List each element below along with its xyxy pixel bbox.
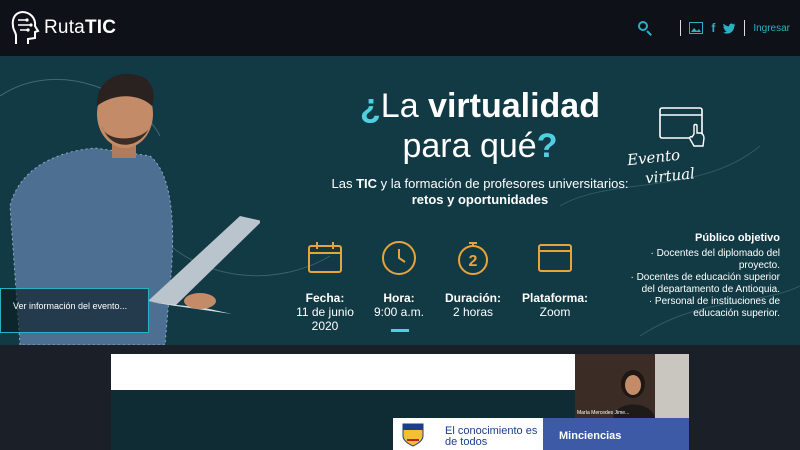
duration-info: 2 Duración: 2 horas	[428, 240, 518, 319]
svg-text:2: 2	[469, 253, 478, 270]
virtual-event-label: Evento virtual	[626, 145, 696, 188]
divider	[744, 20, 746, 36]
facebook-icon[interactable]: f	[711, 21, 715, 35]
slide-indicator[interactable]	[391, 329, 409, 332]
twitter-icon[interactable]	[723, 22, 736, 34]
top-navigation-bar: RutaTIC f Ingresar	[0, 0, 800, 56]
divider	[680, 20, 682, 36]
banner-subtitle: Las TIC y la formación de profesores uni…	[331, 176, 629, 207]
video-player[interactable]: María Mercedes Jime... El conocimiento e…	[111, 354, 689, 450]
platform-info: Plataforma: Zoom	[510, 240, 600, 319]
calendar-icon	[308, 242, 342, 273]
event-banner: Ver información del evento... ¿La virtua…	[0, 56, 800, 345]
head-profile-icon	[11, 11, 40, 44]
login-link[interactable]: Ingresar	[753, 23, 790, 34]
video-section: María Mercedes Jime... El conocimiento e…	[0, 345, 800, 450]
logo-text: RutaTIC	[44, 17, 117, 38]
event-info-link[interactable]: Ver información del evento...	[0, 288, 149, 333]
target-audience: Público objetivo · Docentes del diplomad…	[630, 232, 780, 319]
window-icon	[538, 244, 572, 272]
image-icon[interactable]	[689, 22, 704, 34]
participant-photo	[575, 354, 689, 418]
stopwatch-icon: 2	[458, 242, 488, 275]
government-logo-strip: El conocimiento es de todos Minciencias	[393, 418, 689, 450]
banner-headline: ¿La virtualidad para qué?	[360, 87, 600, 165]
participant-name: María Mercedes Jime...	[577, 410, 630, 416]
coat-of-arms-icon	[402, 423, 424, 447]
minciencias-label: Minciencias	[543, 418, 689, 450]
search-icon[interactable]	[638, 21, 653, 36]
clock-icon	[382, 241, 416, 275]
rutatic-logo[interactable]: RutaTIC	[10, 10, 116, 46]
participant-video: María Mercedes Jime...	[575, 354, 689, 418]
shared-screen-blank	[111, 354, 575, 390]
footer-slogan: El conocimiento es de todos	[445, 425, 538, 448]
